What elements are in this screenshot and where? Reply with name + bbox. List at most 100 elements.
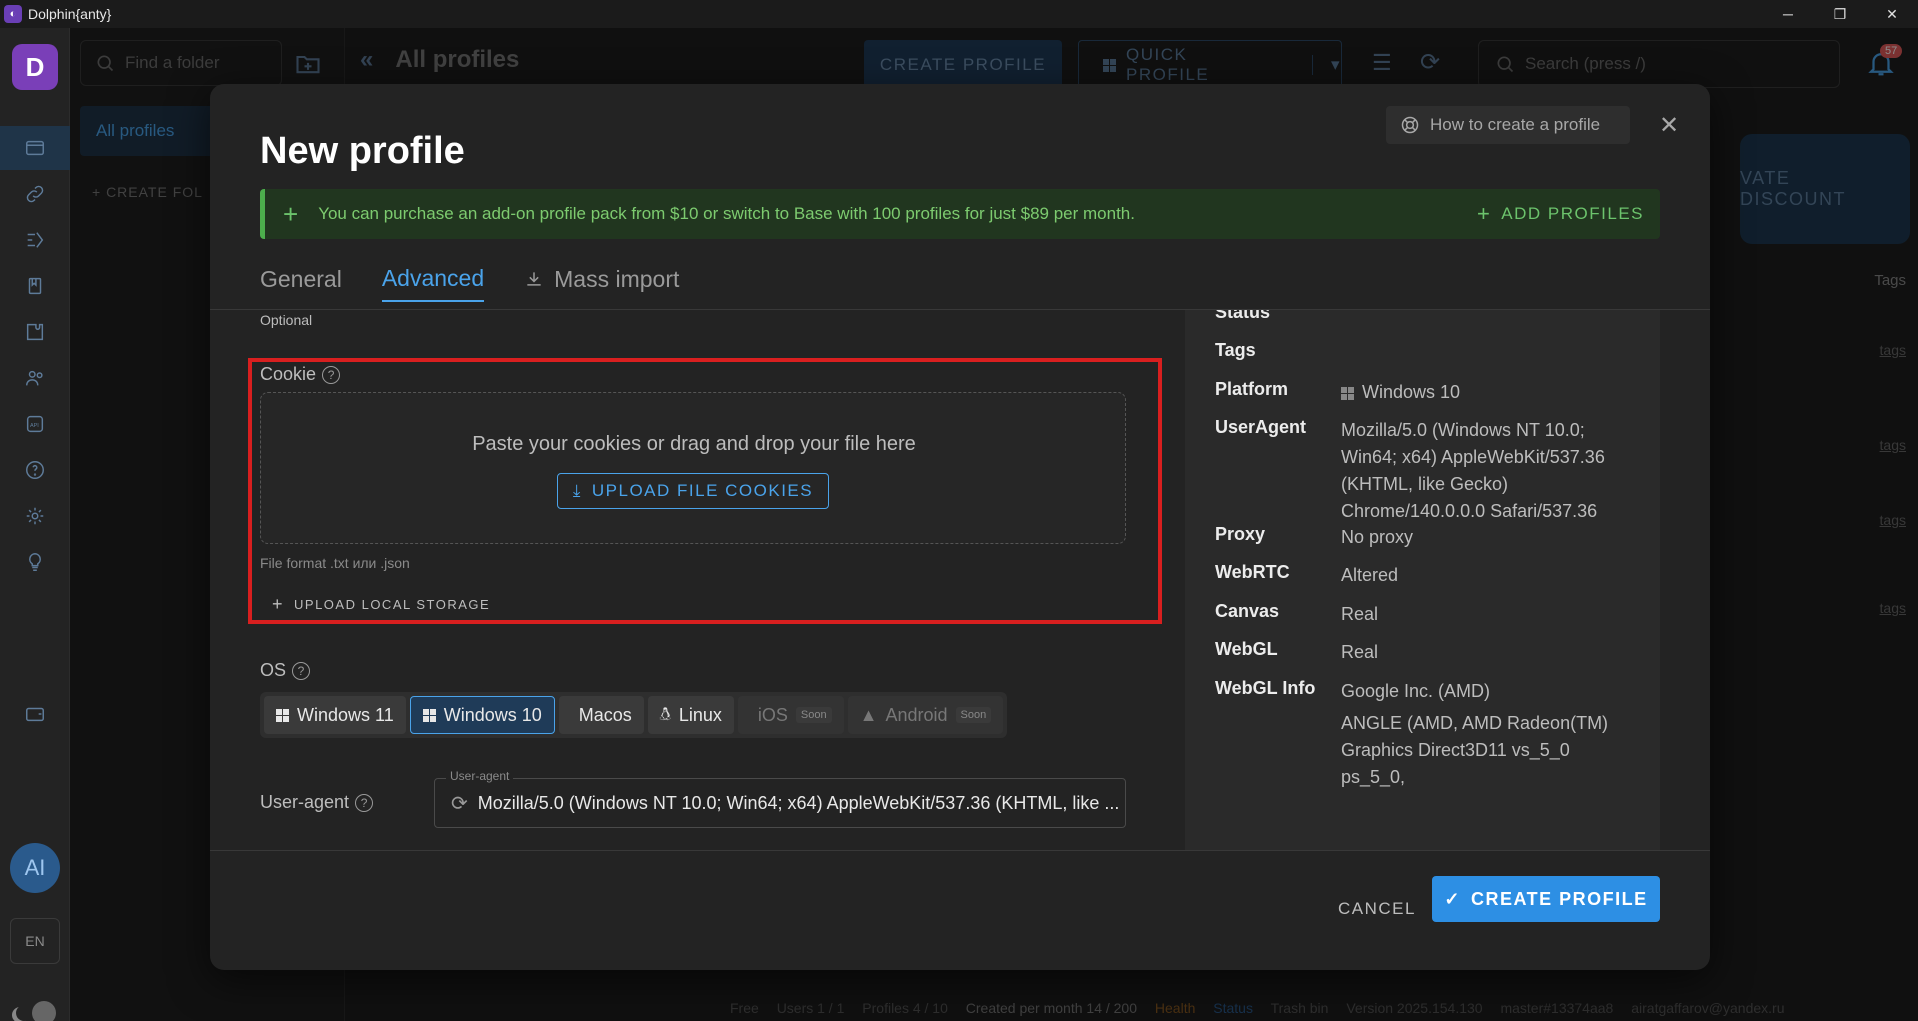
users-nav-icon[interactable] bbox=[0, 356, 70, 400]
help-nav-icon[interactable] bbox=[0, 448, 70, 492]
plus-icon: + bbox=[1476, 201, 1492, 226]
windows-icon bbox=[422, 708, 436, 722]
upload-local-storage-button[interactable]: + UPLOAD LOCAL STORAGE bbox=[272, 594, 490, 615]
api-nav-icon[interactable]: API bbox=[0, 402, 70, 446]
plus-icon: + bbox=[272, 594, 285, 614]
create-profile-label: CREATE PROFILE bbox=[1470, 888, 1648, 909]
android-icon: ▲ bbox=[859, 704, 878, 725]
summary-ua-key: UserAgent bbox=[1215, 417, 1307, 437]
tab-advanced[interactable]: Advanced bbox=[381, 256, 485, 302]
settings-nav-icon[interactable] bbox=[0, 494, 70, 538]
useragent-floating-label: User-agent bbox=[446, 769, 514, 783]
os-selector: Windows 11 Windows 10 Macos 🐧︎ Linux iOS S… bbox=[260, 692, 1008, 738]
os-windows-11[interactable]: Windows 11 bbox=[264, 696, 406, 734]
summary-platform-key: Platform bbox=[1215, 379, 1289, 399]
plus-icon: + bbox=[283, 198, 299, 229]
bookmarks-nav-icon[interactable] bbox=[0, 264, 70, 308]
cookie-label-text: Cookie bbox=[260, 364, 317, 384]
os-windows-10[interactable]: Windows 10 bbox=[409, 696, 555, 734]
os-macos[interactable]: Macos bbox=[558, 696, 644, 734]
useragent-label: User-agent ? bbox=[260, 792, 374, 813]
summary-ua-line: Chrome/140.0.0.0 Safari/537.36 bbox=[1341, 501, 1598, 521]
check-icon: ✓ bbox=[1444, 888, 1461, 909]
summary-canvas-key: Canvas bbox=[1215, 601, 1280, 621]
os-label-windows-10: Windows 10 bbox=[443, 704, 542, 725]
summary-webglinfo-line: Graphics Direct3D11 vs_5_0 ps_5_0, bbox=[1341, 740, 1570, 787]
summary-platform-text: Windows 10 bbox=[1362, 382, 1461, 402]
profiles-nav-icon[interactable] bbox=[0, 126, 70, 170]
ideas-nav-icon[interactable] bbox=[0, 540, 70, 584]
tab-mass-import-label: Mass import bbox=[554, 265, 680, 292]
regenerate-icon[interactable]: ⟳ bbox=[451, 791, 468, 816]
window-titlebar: ◐ Dolphin{anty} ─ ❐ ✕ bbox=[0, 0, 1918, 28]
os-label-linux: Linux bbox=[678, 704, 722, 725]
useragent-label-text: User-agent bbox=[260, 792, 350, 812]
summary-ua-line: (KHTML, like Gecko) bbox=[1341, 474, 1509, 494]
modal-tabs: General Advanced Mass import bbox=[260, 256, 679, 302]
language-switch[interactable]: EN bbox=[10, 918, 60, 964]
window-close-button[interactable]: ✕ bbox=[1866, 0, 1918, 28]
os-label-windows-11: Windows 11 bbox=[297, 704, 394, 725]
help-icon[interactable]: ? bbox=[322, 365, 341, 384]
summary-ua-value: Mozilla/5.0 (Windows NT 10.0; Win64; x64)… bbox=[1341, 417, 1605, 525]
cancel-button[interactable]: CANCEL bbox=[1322, 891, 1432, 927]
windows-icon bbox=[1341, 387, 1354, 400]
os-label: OS ? bbox=[260, 660, 311, 681]
new-profile-modal: New profile How to create a profile ✕ + … bbox=[210, 84, 1710, 970]
footer-divider bbox=[210, 850, 1710, 851]
how-to-create-button[interactable]: How to create a profile bbox=[1386, 106, 1630, 144]
os-ios: iOS Soon bbox=[737, 696, 844, 734]
app-icon: ◐ bbox=[4, 5, 22, 23]
close-icon[interactable]: ✕ bbox=[1654, 110, 1684, 140]
file-format-hint: File format .txt или .json bbox=[260, 555, 410, 571]
create-profile-button[interactable]: ✓ CREATE PROFILE bbox=[1432, 876, 1660, 922]
os-linux[interactable]: 🐧︎ Linux bbox=[647, 696, 734, 734]
add-profiles-button[interactable]: + ADD PROFILES bbox=[1477, 201, 1644, 227]
restore-button[interactable]: ❐ bbox=[1814, 0, 1866, 28]
summary-tags-key: Tags bbox=[1215, 340, 1256, 360]
summary-webgl-key: WebGL bbox=[1215, 639, 1278, 659]
advanced-form: Optional Cookie ? Paste your cookies or … bbox=[210, 310, 1185, 850]
help-icon[interactable]: ? bbox=[355, 793, 374, 812]
optional-hint: Optional bbox=[260, 312, 313, 328]
link-nav-icon[interactable] bbox=[0, 172, 70, 216]
tab-general[interactable]: General bbox=[260, 256, 342, 302]
os-label-macos: Macos bbox=[578, 704, 632, 725]
tab-mass-import[interactable]: Mass import bbox=[524, 256, 679, 302]
summary-status-key: Status bbox=[1215, 310, 1271, 322]
extensions-nav-icon[interactable] bbox=[0, 310, 70, 354]
summary-proxy-key: Proxy bbox=[1215, 524, 1266, 544]
summary-ua-line: Win64; x64) AppleWebKit/537.36 bbox=[1341, 447, 1605, 467]
toggle-knob bbox=[32, 1001, 56, 1021]
help-icon[interactable]: ? bbox=[292, 661, 311, 680]
summary-webrtc-key: WebRTC bbox=[1215, 562, 1290, 582]
profile-summary: Status Tags Platform Windows 10 UserAgent… bbox=[1185, 310, 1660, 850]
moon-icon bbox=[16, 1005, 32, 1021]
lifebuoy-icon bbox=[1401, 116, 1419, 134]
soon-badge: Soon bbox=[795, 707, 832, 723]
dropzone-text: Paste your cookies or drag and drop your… bbox=[472, 433, 916, 455]
useragent-value: Mozilla/5.0 (Windows NT 10.0; Win64; x64… bbox=[477, 792, 1120, 813]
soon-badge: Soon bbox=[955, 707, 992, 723]
summary-webgl-value: Real bbox=[1341, 642, 1379, 662]
summary-canvas-value: Real bbox=[1341, 604, 1379, 624]
os-label-text: OS bbox=[260, 660, 287, 680]
upload-file-cookies-button[interactable]: ⤓ UPLOAD FILE COOKIES bbox=[557, 473, 829, 509]
minimize-button[interactable]: ─ bbox=[1762, 0, 1814, 28]
linux-icon: 🐧︎ bbox=[659, 703, 671, 724]
wallet-nav-icon[interactable] bbox=[0, 692, 70, 736]
theme-toggle[interactable] bbox=[10, 1000, 60, 1021]
add-profiles-label: ADD PROFILES bbox=[1501, 204, 1644, 223]
summary-proxy-value: No proxy bbox=[1341, 527, 1414, 547]
upload-file-cookies-label: UPLOAD FILE COOKIES bbox=[591, 481, 814, 500]
useragent-input[interactable]: ⟳ Mozilla/5.0 (Windows NT 10.0; Win64; x… bbox=[434, 778, 1126, 828]
automation-nav-icon[interactable] bbox=[0, 218, 70, 262]
how-to-label: How to create a profile bbox=[1430, 115, 1601, 134]
upsell-banner: + You can purchase an add-on profile pac… bbox=[260, 189, 1660, 239]
summary-webglinfo-value: Google Inc. (AMD) ANGLE (AMD, AMD Radeon(… bbox=[1341, 678, 1635, 791]
svg-text:API: API bbox=[30, 423, 39, 429]
summary-platform-value: Windows 10 bbox=[1341, 379, 1460, 406]
dolphin-logo[interactable]: D bbox=[12, 44, 58, 90]
avatar[interactable]: AI bbox=[10, 843, 60, 893]
cookie-dropzone[interactable]: Paste your cookies or drag and drop your… bbox=[260, 392, 1126, 544]
